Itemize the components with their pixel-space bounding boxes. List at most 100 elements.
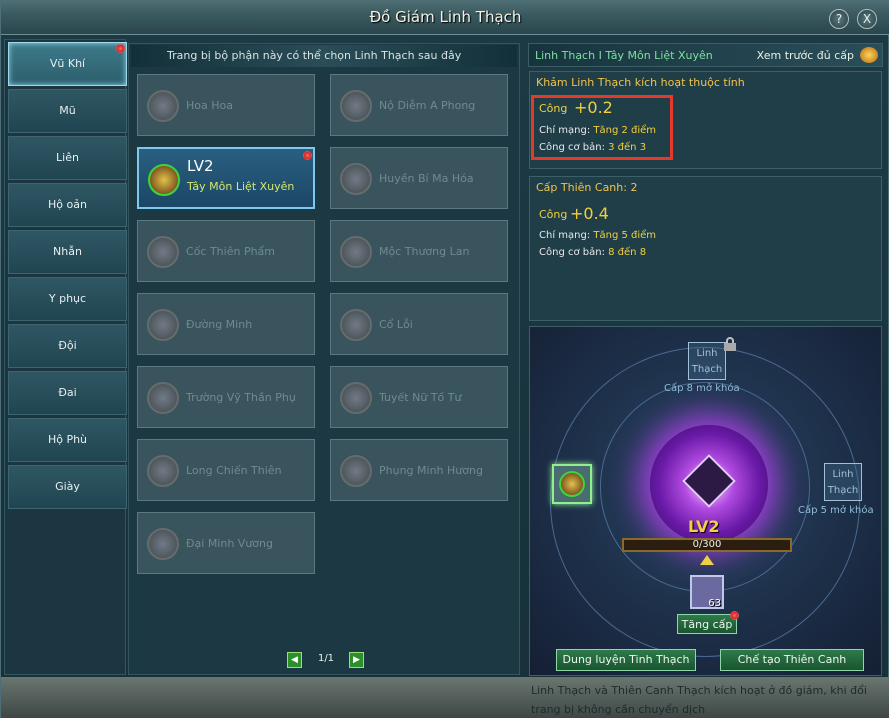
tab-lien[interactable]: Liên bbox=[8, 136, 127, 180]
stone-list-panel bbox=[128, 43, 520, 675]
stone-portrait-icon bbox=[147, 309, 179, 341]
stone-card-no-diem-a-phong[interactable]: Nộ Diễm A Phong bbox=[330, 74, 508, 136]
gold-gem-icon[interactable] bbox=[860, 47, 878, 63]
stone-name: Huyền Bí Ma Hóa bbox=[379, 172, 474, 185]
stone-portrait-icon bbox=[147, 382, 179, 414]
stone-card-tay-mon-liet-xuyen[interactable]: LV2 Tây Môn Liệt Xuyên bbox=[137, 147, 315, 209]
thien-canh-header: Cấp Thiên Canh: 2 bbox=[536, 181, 638, 194]
upgrade-material-slot[interactable]: 63 bbox=[690, 575, 724, 609]
lock-icon bbox=[724, 337, 736, 351]
tab-giay[interactable]: Giày bbox=[8, 465, 127, 509]
stone-card-long-chien-thien[interactable]: Long Chiến Thiên bbox=[137, 439, 315, 501]
stone-name: Đường Minh bbox=[186, 318, 253, 331]
stone-card-hoa-hoa[interactable]: Hoa Hoa bbox=[137, 74, 315, 136]
stone-card-phung-minh-huong[interactable]: Phụng Minh Hương bbox=[330, 439, 508, 501]
stone-name: Tây Môn Liệt Xuyên bbox=[187, 180, 295, 193]
tab-mu[interactable]: Mũ bbox=[8, 89, 127, 133]
stat-value: +0.4 bbox=[570, 204, 609, 223]
highlight-box bbox=[531, 95, 673, 160]
stone-portrait-icon bbox=[340, 309, 372, 341]
tab-nhan[interactable]: Nhẫn bbox=[8, 230, 127, 274]
locked-slot-right[interactable]: Linh Thạch bbox=[824, 463, 862, 501]
stone-card-coc-thien-pham[interactable]: Cốc Thiên Phẩm bbox=[137, 220, 315, 282]
base-attack-value: 8 đến 8 bbox=[608, 247, 647, 258]
stone-card-dai-minh-vuong[interactable]: Đại Minh Vương bbox=[137, 512, 315, 574]
title-bar[interactable]: Đồ Giám Linh Thạch ? X bbox=[1, 1, 889, 35]
tab-label: Vũ Khí bbox=[49, 57, 86, 70]
stone-name: Đại Minh Vương bbox=[186, 537, 273, 550]
category-sidebar: Vũ Khí Mũ Liên Hộ oản Nhẫn Y phục Đội Đa… bbox=[4, 39, 127, 675]
exp-bar: 0/300 bbox=[622, 538, 792, 552]
tab-vu-khi[interactable]: Vũ Khí bbox=[8, 42, 127, 86]
tab-ho-phu[interactable]: Hộ Phù bbox=[8, 418, 127, 462]
stone-name: Nộ Diễm A Phong bbox=[379, 99, 476, 112]
tab-ho-oan[interactable]: Hộ oản bbox=[8, 183, 127, 227]
tab-y-phuc[interactable]: Y phục bbox=[8, 277, 127, 321]
tab-label: Hộ oản bbox=[48, 198, 87, 211]
tab-label: Mũ bbox=[59, 104, 76, 117]
close-button[interactable]: X bbox=[857, 9, 877, 29]
stone-card-tuyet-nu-to-tu[interactable]: Tuyết Nữ Tố Tư bbox=[330, 366, 508, 428]
base-attack-line: Công cơ bản: 8 đến 8 bbox=[539, 247, 646, 258]
next-page-button[interactable]: ▶ bbox=[349, 652, 364, 668]
stone-portrait-icon bbox=[148, 164, 180, 196]
notification-dot-icon bbox=[116, 44, 125, 53]
material-count: 63 bbox=[708, 598, 721, 609]
notification-dot-icon bbox=[303, 151, 312, 160]
equipped-stone-slot[interactable] bbox=[552, 464, 592, 504]
stone-portrait-icon bbox=[340, 90, 372, 122]
stone-card-co-loi[interactable]: Cổ Lỗi bbox=[330, 293, 508, 355]
thien-canh-box: Cấp Thiên Canh: 2 Công +0.4 Chí mạng: Tă… bbox=[529, 176, 882, 321]
crit-value: Tăng 5 điểm bbox=[593, 230, 657, 241]
stone-portrait-icon bbox=[147, 528, 179, 560]
craft-thien-canh-button[interactable]: Chế tạo Thiên Canh Thạch bbox=[720, 649, 864, 675]
arrow-up-icon bbox=[700, 555, 714, 565]
stone-name: Phụng Minh Hương bbox=[379, 464, 483, 477]
page-indicator: 1/1 bbox=[317, 653, 335, 664]
base-attack-label: Công cơ bản: bbox=[539, 247, 605, 258]
stone-card-huyen-bi-ma-hoa[interactable]: Huyền Bí Ma Hóa bbox=[330, 147, 508, 209]
tab-dai[interactable]: Đai bbox=[8, 371, 127, 415]
tab-label: Giày bbox=[55, 480, 80, 493]
stone-name: Tuyết Nữ Tố Tư bbox=[379, 391, 462, 404]
tab-label: Liên bbox=[56, 151, 79, 164]
window-title: Đồ Giám Linh Thạch bbox=[369, 8, 522, 26]
stone-portrait-icon bbox=[147, 455, 179, 487]
stone-level-big: LV2 bbox=[688, 517, 720, 536]
stone-name: Mộc Thương Lan bbox=[379, 245, 470, 258]
crit-line: Chí mạng: Tăng 5 điểm bbox=[539, 230, 656, 241]
stat-name: Công bbox=[539, 208, 568, 221]
tab-doi[interactable]: Đội bbox=[8, 324, 127, 368]
help-button[interactable]: ? bbox=[829, 9, 849, 29]
stone-portrait-icon bbox=[559, 471, 585, 497]
upgrade-button[interactable]: Tăng cấp bbox=[677, 614, 737, 634]
stone-portrait-icon bbox=[147, 90, 179, 122]
stone-name: Trường Vỹ Thần Phụ bbox=[186, 391, 296, 404]
stone-list-header: Trang bị bộ phận này có thể chọn Linh Th… bbox=[131, 45, 517, 67]
unlock-caption-top: Cấp 8 mở khóa bbox=[664, 383, 740, 394]
codex-window: Đồ Giám Linh Thạch ? X Vũ Khí Mũ Liên Hộ… bbox=[0, 0, 889, 718]
preview-max-level-link[interactable]: Xem trước đủ cấp bbox=[757, 49, 854, 62]
footer-note: Linh Thạch và Thiên Canh Thạch kích hoạt… bbox=[531, 684, 867, 716]
detail-header: Linh Thạch I Tây Môn Liệt Xuyên Xem trướ… bbox=[528, 43, 883, 67]
detail-title: Linh Thạch I Tây Môn Liệt Xuyên bbox=[535, 49, 713, 62]
locked-slot-top[interactable]: Linh Thạch bbox=[688, 342, 726, 380]
tab-label: Y phục bbox=[48, 292, 87, 305]
crit-label: Chí mạng: bbox=[539, 230, 591, 241]
stone-name: Hoa Hoa bbox=[186, 99, 233, 112]
stone-card-truong-vy-than-phu[interactable]: Trường Vỹ Thần Phụ bbox=[137, 366, 315, 428]
refine-stone-button[interactable]: Dung luyện Tinh Thạch bbox=[556, 649, 696, 671]
unlock-caption-right: Cấp 5 mở khóa bbox=[798, 505, 874, 516]
stone-name: Long Chiến Thiên bbox=[186, 464, 282, 477]
stone-card-duong-minh[interactable]: Đường Minh bbox=[137, 293, 315, 355]
tab-label: Đội bbox=[58, 339, 77, 352]
stone-portrait-icon bbox=[147, 236, 179, 268]
tab-label: Nhẫn bbox=[53, 245, 82, 258]
stone-level: LV2 bbox=[187, 157, 214, 175]
stone-card-moc-thuong-lan[interactable]: Mộc Thương Lan bbox=[330, 220, 508, 282]
prev-page-button[interactable]: ◀ bbox=[287, 652, 302, 668]
tab-label: Đai bbox=[58, 386, 77, 399]
active-attribute-header: Khảm Linh Thạch kích hoạt thuộc tính bbox=[536, 76, 745, 89]
exp-text: 0/300 bbox=[692, 539, 722, 550]
stone-name: Cốc Thiên Phẩm bbox=[186, 245, 275, 258]
